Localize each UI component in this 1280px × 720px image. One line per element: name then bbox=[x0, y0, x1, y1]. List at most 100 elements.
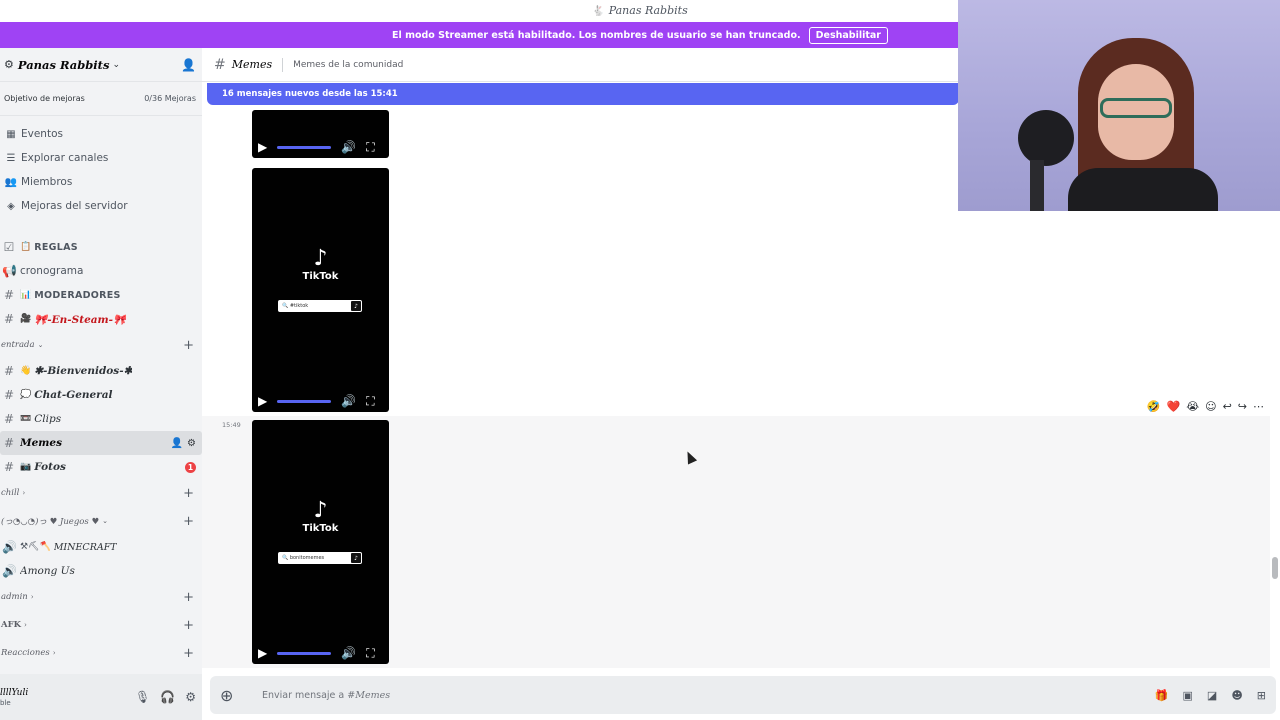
username: llllYuli bbox=[0, 687, 29, 698]
channel-en-steam[interactable]: # 🎥 🎀-En-Steam-🎀 bbox=[0, 307, 202, 331]
apps-icon[interactable]: ⊞ bbox=[1257, 689, 1266, 702]
volume-slider[interactable] bbox=[277, 145, 332, 149]
channel-memes[interactable]: # Memes 👤 ⚙ bbox=[0, 431, 202, 455]
server-name: Panas Rabbits bbox=[17, 57, 110, 72]
channel-name: Chat-General bbox=[34, 389, 113, 401]
hash-icon: # bbox=[3, 412, 15, 426]
add-channel-icon[interactable]: + bbox=[183, 618, 194, 633]
disable-streamer-button[interactable]: Deshabilitar bbox=[808, 26, 888, 44]
tiktok-search-bar: 🔍 #tiktok ♪ bbox=[278, 300, 362, 312]
reaction-cry[interactable]: 😭 bbox=[1186, 400, 1199, 413]
message-composer[interactable]: ⊕ Enviar mensaje a #Memes 🎁 ▣ ◪ ☻ ⊞ bbox=[210, 676, 1276, 714]
message-input[interactable]: Enviar mensaje a #Memes bbox=[262, 690, 390, 701]
add-reaction-icon[interactable]: ☺ bbox=[1205, 400, 1216, 413]
reaction-heart[interactable]: ❤️ bbox=[1167, 400, 1181, 413]
channel-moderators[interactable]: # 📊 MODERADORES bbox=[0, 283, 202, 307]
voice-channel-among-us[interactable]: 🔊 Among Us bbox=[0, 559, 202, 583]
boost-icon: ◈ bbox=[7, 200, 15, 212]
fullscreen-icon[interactable]: ⛶ bbox=[366, 140, 374, 155]
checkbox-icon: ☑ bbox=[3, 240, 15, 254]
reply-icon[interactable]: ↩ bbox=[1223, 400, 1232, 413]
channel-emoji: ⚒⛏🪓 bbox=[20, 542, 51, 552]
scrollbar-thumb[interactable] bbox=[1272, 557, 1278, 579]
volume-icon[interactable]: 🔊 bbox=[341, 646, 356, 660]
tiktok-wordmark: TikTok bbox=[302, 523, 339, 534]
user-info[interactable]: llllYuli ble bbox=[0, 688, 28, 707]
play-icon[interactable]: ▶ bbox=[258, 140, 267, 154]
nav-server-boosts[interactable]: ◈ Mejoras del servidor bbox=[0, 194, 202, 218]
category-reacciones[interactable]: Reacciones › + bbox=[0, 639, 202, 667]
category-entrada[interactable]: entrada ⌄ + bbox=[0, 331, 202, 359]
mic-arm bbox=[1030, 160, 1044, 211]
hash-icon: # bbox=[3, 364, 15, 378]
video-controls[interactable]: ▶ 🔊 ⛶ bbox=[252, 136, 389, 158]
fullscreen-icon[interactable]: ⛶ bbox=[366, 394, 374, 409]
add-channel-icon[interactable]: + bbox=[183, 338, 194, 353]
channel-clips[interactable]: # 📼 Clips bbox=[0, 407, 202, 431]
invite-people-icon[interactable]: 👤 bbox=[181, 58, 196, 72]
video-controls[interactable]: ▶ 🔊 ⛶ bbox=[252, 642, 389, 664]
nav-label: Miembros bbox=[21, 176, 73, 188]
megaphone-icon: 📢 bbox=[2, 264, 17, 278]
chevron-down-icon: ⌄ bbox=[102, 517, 108, 525]
category-juegos[interactable]: (っ◔◡◔)っ ♥ Juegos ♥ ⌄ + bbox=[0, 507, 202, 535]
nav-members[interactable]: 👥 Miembros bbox=[0, 170, 202, 194]
video-attachment[interactable]: ▶ 🔊 ⛶ bbox=[252, 110, 389, 158]
window-title: Panas Rabbits bbox=[608, 4, 688, 17]
tiktok-icon: ♪ bbox=[313, 498, 328, 523]
channel-schedule[interactable]: 📢 cronograma bbox=[0, 259, 202, 283]
add-channel-icon[interactable]: + bbox=[183, 646, 194, 661]
sticker-icon[interactable]: ◪ bbox=[1207, 689, 1217, 702]
channel-fotos[interactable]: # 📷 Fotos 1 bbox=[0, 455, 202, 479]
channel-rules[interactable]: ☑ 📋 REGLAS bbox=[0, 235, 202, 259]
nav-label: Eventos bbox=[21, 128, 63, 140]
server-header[interactable]: ⚙ Panas Rabbits ⌄ 👤 bbox=[0, 48, 202, 82]
channel-bienvenidos[interactable]: # 👋 ✱-Bienvenidos-✱ bbox=[0, 359, 202, 383]
more-icon[interactable]: ⋯ bbox=[1253, 400, 1264, 413]
video-attachment[interactable]: ♪ TikTok 🔍 #tiktok ♪ ▶ 🔊 ⛶ bbox=[252, 168, 389, 412]
microphone-icon[interactable]: 🎙 bbox=[135, 690, 150, 704]
video-attachment[interactable]: ♪ TikTok 🔍 bonitomemes ♪ ▶ 🔊 ⛶ bbox=[252, 420, 389, 664]
hash-icon: # bbox=[3, 288, 15, 302]
nav-events[interactable]: ▦ Eventos bbox=[0, 122, 202, 146]
headphones-icon[interactable]: 🎧 bbox=[160, 690, 175, 704]
category-chill[interactable]: chill › + bbox=[0, 479, 202, 507]
members-icon: 👥 bbox=[4, 176, 18, 188]
volume-slider[interactable] bbox=[277, 651, 332, 655]
category-admin[interactable]: admin › + bbox=[0, 583, 202, 611]
channel-name: Memes bbox=[20, 437, 63, 449]
category-afk[interactable]: AFK › + bbox=[0, 611, 202, 639]
hash-icon: # bbox=[3, 436, 15, 450]
tiktok-icon: ♪ bbox=[313, 246, 328, 271]
add-channel-icon[interactable]: + bbox=[183, 590, 194, 605]
volume-icon[interactable]: 🔊 bbox=[341, 140, 356, 154]
play-icon[interactable]: ▶ bbox=[258, 394, 267, 408]
add-channel-icon[interactable]: + bbox=[183, 514, 194, 529]
video-controls[interactable]: ▶ 🔊 ⛶ bbox=[252, 390, 389, 412]
forward-icon[interactable]: ↪ bbox=[1238, 400, 1247, 413]
chevron-right-icon: › bbox=[24, 621, 27, 629]
rabbit-icon: 🐇 bbox=[592, 6, 605, 17]
channel-chat-general[interactable]: # 💭 Chat-General bbox=[0, 383, 202, 407]
nav-browse-channels[interactable]: ☰ Explorar canales bbox=[0, 146, 202, 170]
gift-icon[interactable]: 🎁 bbox=[1155, 689, 1169, 702]
emoji-icon[interactable]: ☻ bbox=[1231, 689, 1242, 702]
fullscreen-icon[interactable]: ⛶ bbox=[366, 646, 374, 661]
boost-goal[interactable]: Objetivo de mejoras 0/36 Mejoras bbox=[0, 82, 202, 116]
play-icon[interactable]: ▶ bbox=[258, 646, 267, 660]
gear-icon[interactable]: ⚙ bbox=[187, 438, 196, 449]
chevron-right-icon: › bbox=[30, 593, 34, 601]
invite-icon[interactable]: 👤 bbox=[171, 438, 183, 449]
channel-title: Memes bbox=[231, 58, 273, 71]
voice-channel-minecraft[interactable]: 🔊 ⚒⛏🪓 MINECRAFT bbox=[0, 535, 202, 559]
add-channel-icon[interactable]: + bbox=[183, 486, 194, 501]
gear-icon[interactable]: ⚙ bbox=[185, 690, 196, 704]
attach-plus-icon[interactable]: ⊕ bbox=[220, 686, 242, 705]
reaction-laugh[interactable]: 🤣 bbox=[1147, 400, 1161, 413]
new-messages-bar[interactable]: 16 mensajes nuevos desde las 15:41 bbox=[207, 83, 959, 105]
volume-icon[interactable]: 🔊 bbox=[341, 394, 356, 408]
tiktok-logo: ♪ TikTok bbox=[252, 500, 389, 536]
tiktok-search-bar: 🔍 bonitomemes ♪ bbox=[278, 552, 362, 564]
volume-slider[interactable] bbox=[277, 399, 332, 403]
gif-icon[interactable]: ▣ bbox=[1183, 689, 1193, 702]
